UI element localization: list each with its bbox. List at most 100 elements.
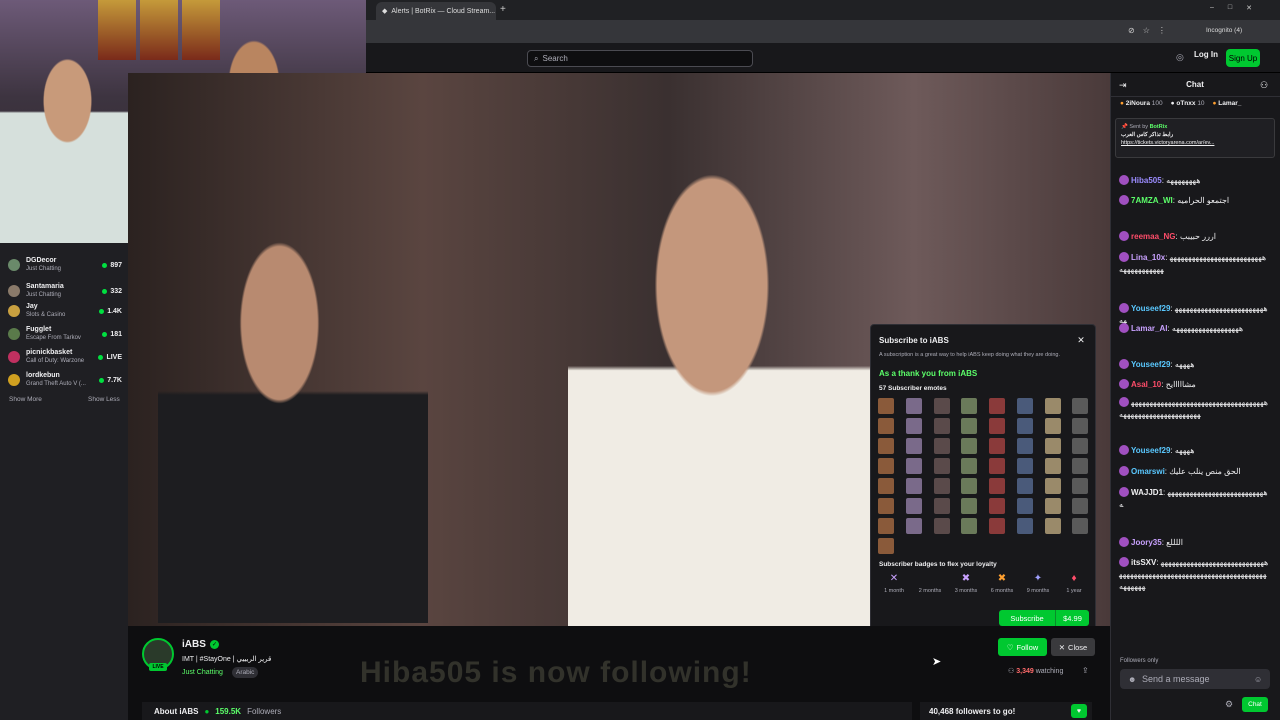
emote-icon[interactable] [878, 398, 894, 414]
emote-icon[interactable] [1044, 498, 1061, 514]
emote-icon[interactable] [933, 438, 950, 454]
emote-icon[interactable] [905, 478, 922, 494]
gifter-item[interactable]: ● 2iNoura 100 [1120, 100, 1163, 112]
emote-icon[interactable] [1016, 418, 1033, 434]
emote-icon[interactable] [1072, 478, 1089, 494]
pinned-message[interactable]: 📌 Sent by BotRix رابط تذاكر كاس العرب ht… [1115, 118, 1275, 158]
emote-icon[interactable] [989, 438, 1005, 454]
emote-icon[interactable] [905, 438, 922, 454]
emote-icon[interactable] [878, 498, 894, 514]
emote-icon[interactable] [1072, 458, 1089, 474]
emote-icon[interactable] [961, 418, 978, 434]
chat-username[interactable]: Hiba505 [1131, 176, 1162, 185]
sidebar-channel-lordkebun[interactable]: lordkebun Grand Theft Auto V (... 7.7K [8, 369, 122, 391]
emote-icon[interactable] [989, 478, 1005, 494]
emote-icon[interactable] [933, 418, 950, 434]
emoji-icon[interactable]: ☺ [1254, 675, 1262, 684]
sidebar-channel-jay[interactable]: Jay Slots & Casino 1.4K [8, 300, 122, 322]
heart-icon[interactable]: ♥ [1071, 704, 1087, 718]
emote-icon[interactable] [878, 518, 894, 534]
browser-tab[interactable]: ◆ Alerts | BotRix — Cloud Stream... ✕ [376, 2, 496, 20]
chat-username[interactable]: Lamar_Al [1131, 324, 1167, 333]
emote-icon[interactable] [933, 518, 950, 534]
emote-icon[interactable] [933, 498, 950, 514]
gifter-item[interactable]: ● oTnxx 10 [1171, 100, 1205, 112]
search-input[interactable]: ⌕ Search [527, 50, 753, 67]
chat-username[interactable]: itsSXV [1131, 558, 1156, 567]
emote-icon[interactable] [878, 438, 894, 454]
close-icon[interactable]: ✕ [1075, 334, 1087, 346]
sidebar-channel-picnickbasket[interactable]: picnickbasket Call of Duty: Warzone LIVE [8, 346, 122, 368]
sidebar-channel-dgdecor[interactable]: DGDecor Just Chatting 897 [8, 254, 122, 276]
chat-username[interactable]: Youseef29 [1131, 304, 1170, 313]
emote-icon[interactable] [1016, 438, 1033, 454]
emote-icon[interactable] [933, 398, 950, 414]
chat-username[interactable]: Youseef29 [1131, 360, 1170, 369]
chat-username[interactable]: Omarswi [1131, 467, 1165, 476]
subscribe-price[interactable]: $4.99 [1055, 610, 1089, 626]
emote-icon[interactable] [1072, 398, 1089, 414]
chat-send-button[interactable]: Chat [1242, 697, 1268, 712]
emote-icon[interactable] [961, 398, 978, 414]
globe-icon[interactable]: ◎ [1176, 52, 1184, 63]
emote-icon[interactable] [989, 518, 1005, 534]
emote-icon[interactable] [989, 498, 1005, 514]
incognito-label[interactable]: Incognito (4) [1206, 27, 1242, 34]
close-button[interactable]: ✕ Close [1051, 638, 1095, 656]
emote-picker-icon[interactable]: ☻ [1128, 675, 1136, 684]
chat-username[interactable]: 7AMZA_WI [1131, 196, 1173, 205]
emote-icon[interactable] [1016, 478, 1033, 494]
chat-input[interactable]: Send a message [1120, 669, 1270, 689]
emote-icon[interactable] [1044, 458, 1061, 474]
sidebar-channel-fugglet[interactable]: Fugglet Escape From Tarkov 181 [8, 323, 122, 345]
emote-icon[interactable] [961, 438, 978, 454]
emote-icon[interactable] [878, 418, 894, 434]
subscribe-button[interactable]: Subscribe $4.99 [999, 610, 1089, 626]
pinned-link[interactable]: https://tickets.victoryarena.com/ar/ev..… [1121, 139, 1269, 147]
maximize-icon[interactable]: □ [1228, 4, 1232, 12]
new-tab-icon[interactable]: + [500, 4, 506, 15]
emote-icon[interactable] [933, 478, 950, 494]
emote-icon[interactable] [961, 478, 978, 494]
emote-icon[interactable] [1072, 518, 1089, 534]
emote-icon[interactable] [1072, 498, 1089, 514]
chat-username[interactable]: Youseef29 [1131, 446, 1170, 455]
channel-name[interactable]: iABS [182, 639, 206, 650]
share-icon[interactable]: ⇪ [1082, 666, 1089, 675]
stream-category[interactable]: Just Chatting [182, 669, 223, 676]
chat-username[interactable]: Joory35 [1131, 538, 1162, 547]
emote-icon[interactable] [878, 478, 894, 494]
chat-username[interactable]: reemaa_NG [1131, 232, 1175, 241]
emote-icon[interactable] [1072, 418, 1089, 434]
login-button[interactable]: Log In [1194, 50, 1218, 59]
emote-icon[interactable] [905, 458, 922, 474]
emote-icon[interactable] [878, 458, 894, 474]
show-more-link[interactable]: Show More [9, 396, 42, 403]
emote-icon[interactable] [905, 518, 922, 534]
emote-icon[interactable] [878, 538, 894, 554]
gifter-item[interactable]: ● Lamar_ [1213, 100, 1242, 112]
emote-icon[interactable] [989, 458, 1005, 474]
emote-icon[interactable] [1044, 518, 1061, 534]
star-icon[interactable]: ☆ [1143, 26, 1150, 35]
subscribe-label[interactable]: Subscribe [999, 610, 1055, 626]
emote-icon[interactable] [989, 398, 1005, 414]
emote-icon[interactable] [1044, 398, 1061, 414]
emote-icon[interactable] [1044, 438, 1061, 454]
emote-icon[interactable] [1016, 398, 1033, 414]
emote-icon[interactable] [1016, 518, 1033, 534]
chat-username[interactable]: Asal_10 [1131, 380, 1161, 389]
users-icon[interactable]: ⚇ [1260, 80, 1268, 91]
follow-button[interactable]: ♡ Follow [998, 638, 1047, 656]
gear-icon[interactable]: ⚙ [1225, 699, 1233, 710]
collapse-chat-icon[interactable]: ⇥ [1119, 80, 1127, 91]
sidebar-channel-santamaria[interactable]: Santamaria Just Chatting 332 [8, 280, 122, 302]
close-window-icon[interactable]: ✕ [1246, 4, 1252, 12]
emote-icon[interactable] [1016, 498, 1033, 514]
emote-icon[interactable] [1016, 458, 1033, 474]
emote-icon[interactable] [1072, 438, 1089, 454]
minimize-icon[interactable]: – [1210, 4, 1214, 12]
window-controls[interactable]: – □ ✕ [1210, 4, 1252, 12]
show-less-link[interactable]: Show Less [88, 396, 120, 403]
emote-icon[interactable] [1044, 418, 1061, 434]
